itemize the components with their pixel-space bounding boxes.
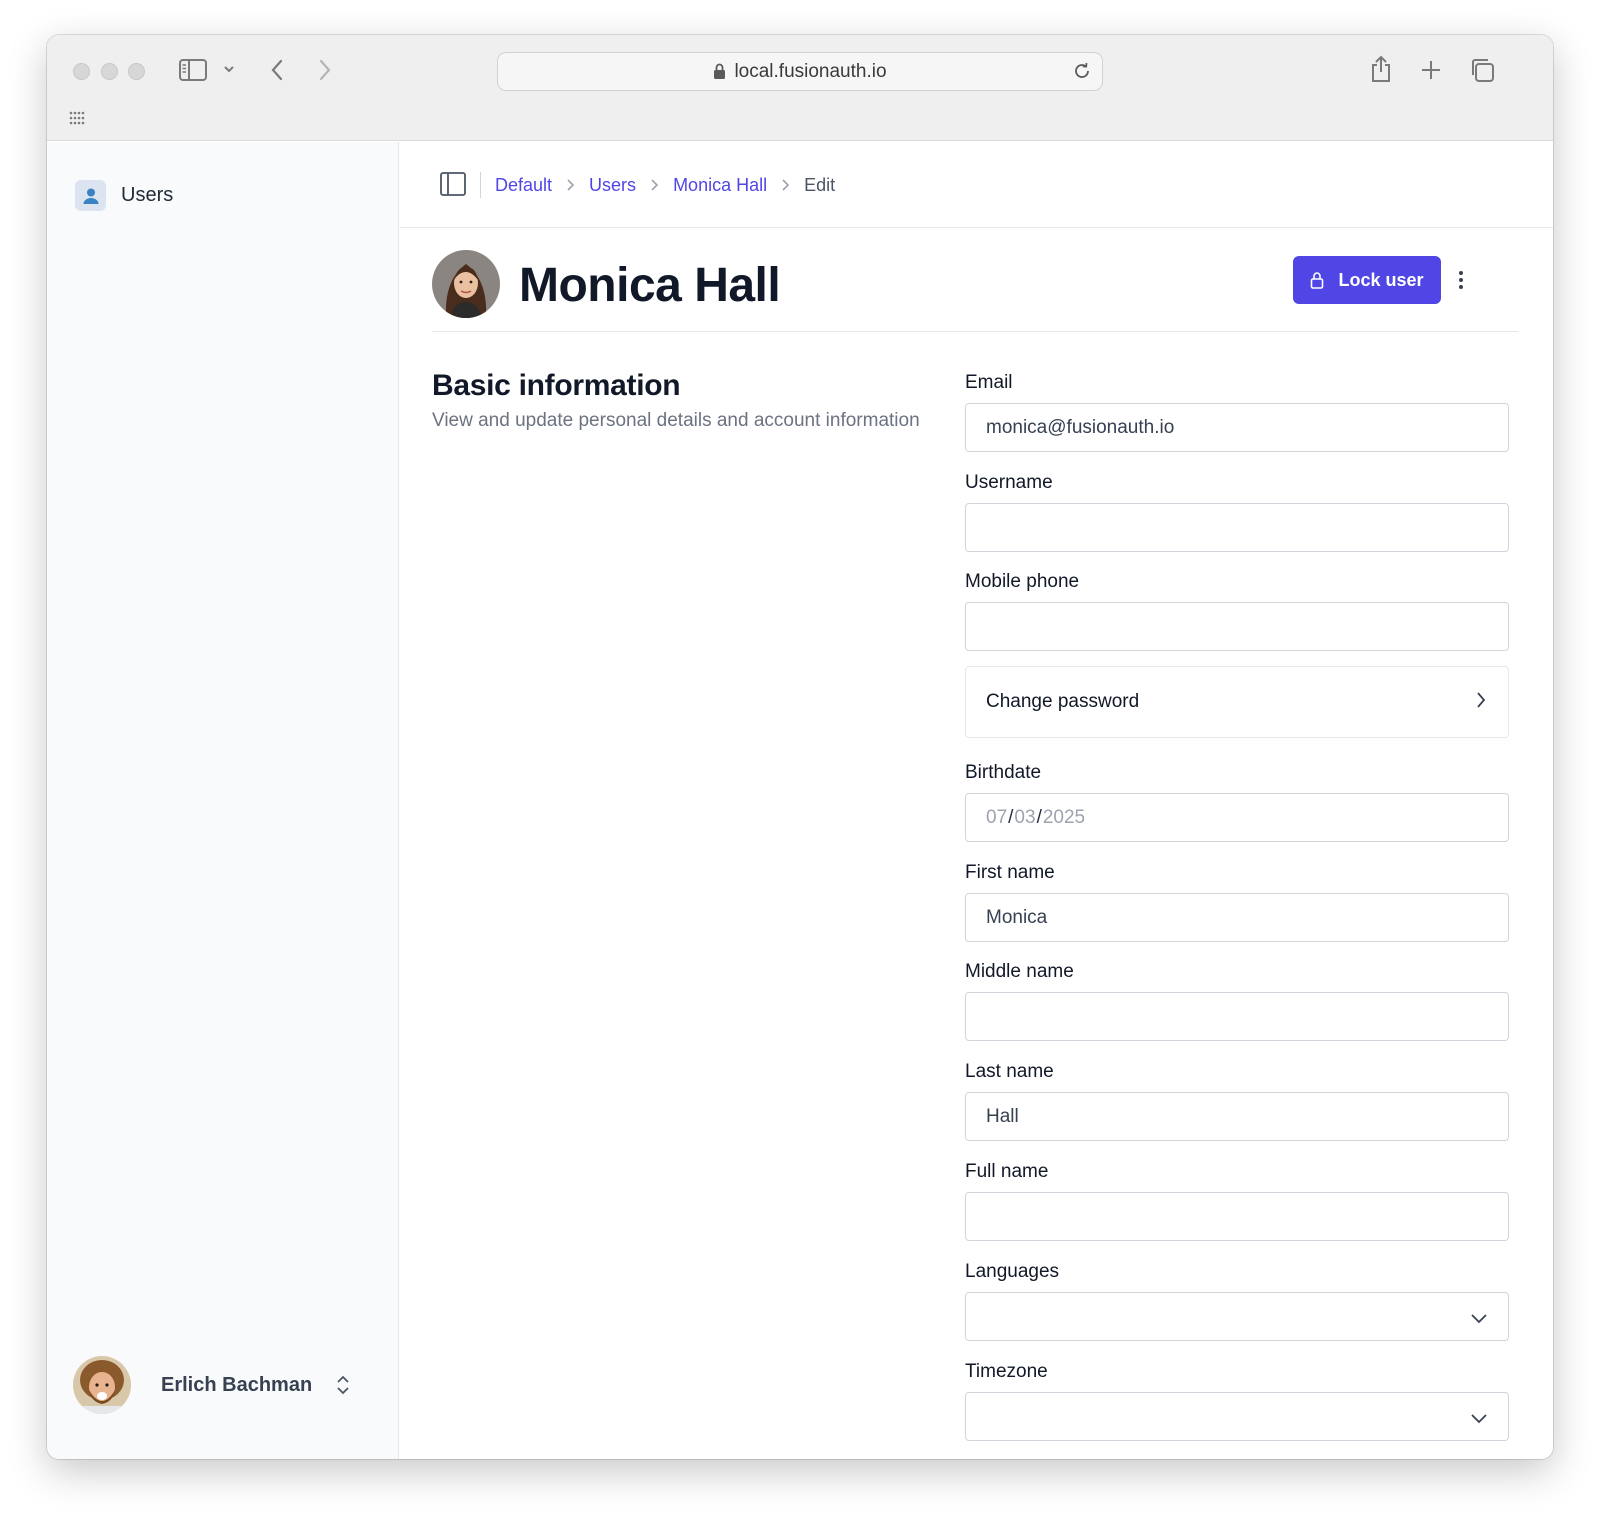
breadcrumb-link-default[interactable]: Default	[495, 175, 552, 196]
sidebar-toggle-icon[interactable]	[179, 59, 207, 81]
timezone-select[interactable]	[965, 1392, 1509, 1441]
birthdate-field[interactable]: 07/03/2025	[965, 793, 1509, 842]
timezone-label: Timezone	[965, 1361, 1048, 1382]
top-bar: Default Users Monica Hall Edit	[400, 142, 1553, 228]
date-separator: /	[1008, 806, 1014, 828]
page-header: Monica Hall Lock user	[432, 250, 1518, 332]
more-options-icon[interactable]	[1450, 264, 1472, 296]
browser-window: local.fusionauth.io Users Erlich Bachman…	[47, 35, 1553, 1459]
chevron-down-icon	[1470, 1309, 1488, 1331]
date-separator: /	[1036, 806, 1042, 828]
middle-name-field[interactable]	[965, 992, 1509, 1041]
page-title: Monica Hall	[519, 259, 781, 312]
lock-icon	[1310, 271, 1324, 289]
url-text: local.fusionauth.io	[734, 60, 887, 82]
last-name-field[interactable]: Hall	[965, 1092, 1509, 1141]
username-field[interactable]	[965, 503, 1509, 552]
chevron-right-icon	[566, 178, 575, 192]
chevron-right-icon	[781, 178, 790, 192]
back-icon[interactable]	[269, 58, 285, 82]
middle-name-label: Middle name	[965, 961, 1074, 982]
mobile-phone-label: Mobile phone	[965, 571, 1080, 592]
chevron-down-icon	[1470, 1409, 1488, 1431]
chevron-down-icon[interactable]	[223, 64, 235, 74]
sidebar-item-label: Users	[121, 184, 174, 206]
first-name-field[interactable]: Monica	[965, 893, 1509, 942]
avatar	[432, 250, 500, 318]
birthdate-year[interactable]: 2025	[1043, 807, 1085, 829]
breadcrumb-link-user[interactable]: Monica Hall	[673, 175, 767, 196]
breadcrumb: Default Users Monica Hall Edit	[495, 172, 835, 198]
close-window-button[interactable]	[73, 63, 90, 80]
main-content: Default Users Monica Hall Edit Monica Ha…	[400, 142, 1553, 1459]
user-icon	[75, 180, 106, 211]
lock-icon	[713, 63, 726, 80]
birthdate-day[interactable]: 03	[1014, 807, 1035, 829]
chevron-up-down-icon	[335, 1373, 351, 1402]
birthdate-month[interactable]: 07	[986, 807, 1007, 829]
section-description: View and update personal details and acc…	[432, 410, 920, 431]
chevron-right-icon	[650, 178, 659, 192]
last-name-label: Last name	[965, 1061, 1054, 1082]
username-label: Username	[965, 472, 1053, 493]
divider	[480, 172, 481, 198]
browser-toolbar: local.fusionauth.io	[47, 35, 1553, 141]
address-bar[interactable]: local.fusionauth.io	[497, 52, 1103, 91]
birthdate-label: Birthdate	[965, 762, 1042, 783]
tab-overview-icon[interactable]	[1469, 57, 1495, 83]
forward-icon[interactable]	[317, 58, 333, 82]
share-icon[interactable]	[1370, 55, 1392, 83]
full-name-field[interactable]	[965, 1192, 1509, 1241]
change-password-label: Change password	[986, 691, 1140, 712]
apps-grid-icon[interactable]	[69, 111, 87, 125]
user-menu[interactable]: Erlich Bachman	[73, 1355, 373, 1415]
new-tab-icon[interactable]	[1420, 59, 1442, 81]
mobile-phone-field[interactable]	[965, 602, 1509, 651]
first-name-label: First name	[965, 862, 1055, 883]
section-title: Basic information	[432, 369, 681, 402]
change-password-button[interactable]: Change password	[965, 666, 1509, 738]
lock-user-label: Lock user	[1338, 269, 1424, 290]
panel-toggle-icon[interactable]	[440, 172, 466, 201]
email-field[interactable]: monica@fusionauth.io	[965, 403, 1509, 452]
languages-select[interactable]	[965, 1292, 1509, 1341]
languages-label: Languages	[965, 1261, 1060, 1282]
sidebar: Users Erlich Bachman	[47, 142, 399, 1459]
full-name-label: Full name	[965, 1161, 1049, 1182]
email-label: Email	[965, 372, 1013, 393]
lock-user-button[interactable]: Lock user	[1293, 256, 1441, 304]
breadcrumb-current: Edit	[804, 174, 836, 195]
breadcrumb-link-users[interactable]: Users	[589, 175, 636, 196]
sidebar-item-users[interactable]: Users	[75, 180, 173, 211]
reload-icon[interactable]	[1072, 61, 1092, 87]
minimize-window-button[interactable]	[101, 63, 118, 80]
chevron-right-icon	[1476, 691, 1486, 715]
avatar	[73, 1356, 131, 1414]
zoom-window-button[interactable]	[128, 63, 145, 80]
current-user-name: Erlich Bachman	[161, 1373, 313, 1396]
